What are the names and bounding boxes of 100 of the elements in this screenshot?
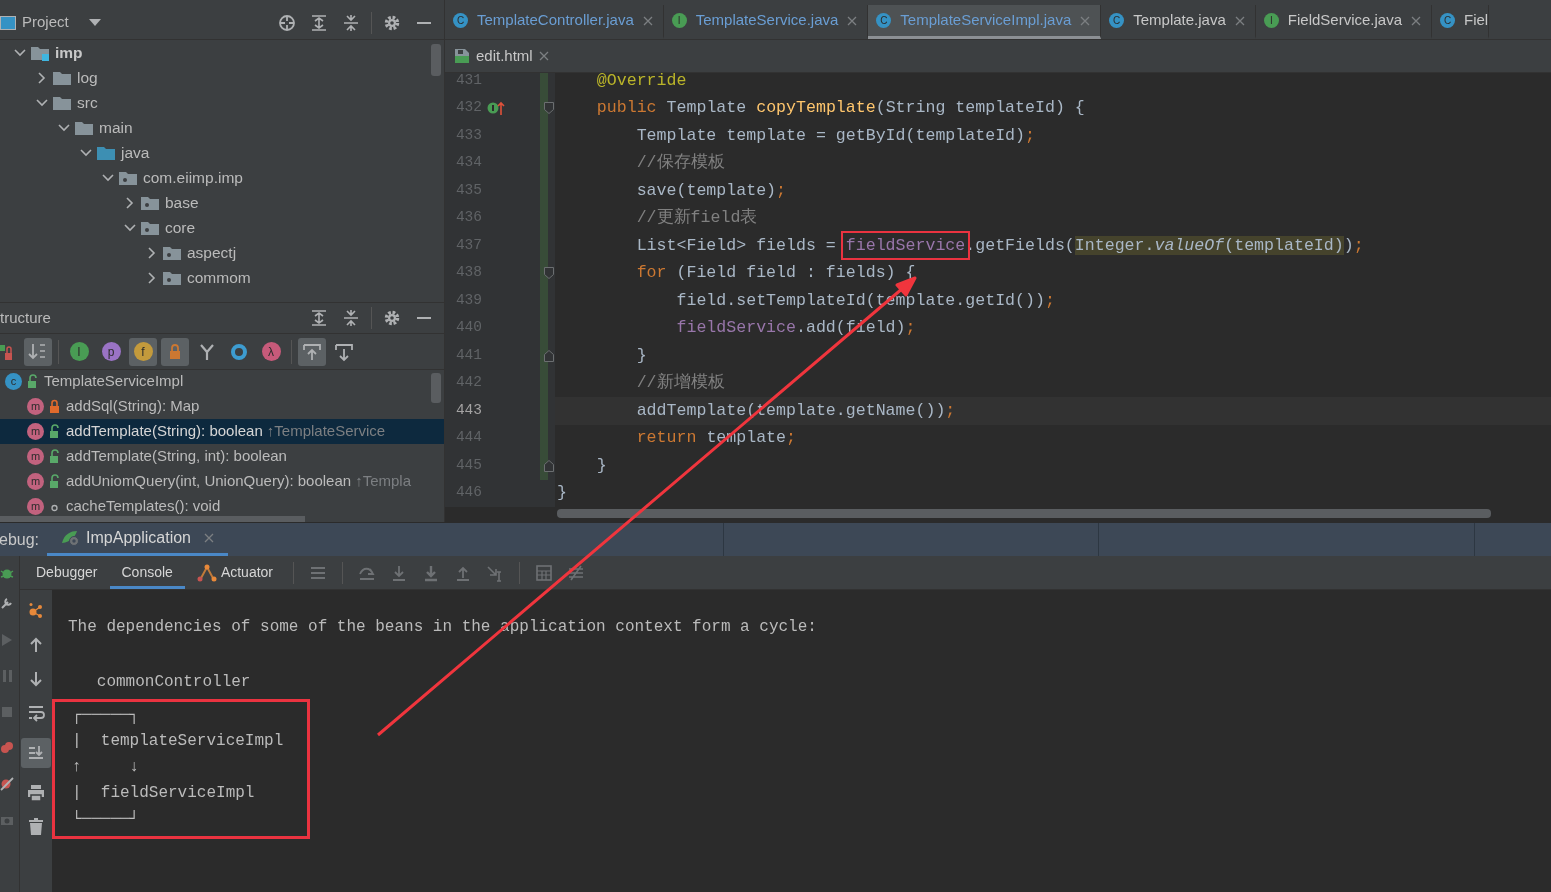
expand-all-icon[interactable]	[310, 13, 328, 32]
public-icon	[27, 374, 38, 389]
close-icon[interactable]	[1234, 15, 1245, 26]
tree-item[interactable]: main	[99, 115, 133, 140]
close-icon[interactable]	[204, 533, 214, 543]
expanded-chevron-icon[interactable]	[102, 171, 114, 184]
scroll-from-source-icon	[302, 341, 322, 362]
editor-tab[interactable]: C TemplateServiceImpl.java	[868, 5, 1102, 39]
toolbar-toggle[interactable]: p	[97, 337, 125, 366]
close-icon[interactable]	[1411, 15, 1421, 26]
collapsed-chevron-icon[interactable]	[36, 71, 48, 84]
debug-tab[interactable]: Actuator	[184, 556, 285, 589]
member-label: addUniomQuery(int, UnionQuery): boolean	[66, 471, 352, 492]
public-icon	[49, 449, 60, 464]
step-into-icon[interactable]	[390, 563, 408, 582]
close-icon[interactable]	[642, 15, 653, 26]
structure-item[interactable]: c TemplateServiceImpl	[0, 369, 444, 394]
ring-icon	[229, 341, 249, 362]
editor-tab[interactable]: C TemplateController.java	[445, 5, 664, 39]
method-icon: m	[27, 448, 44, 465]
fold-marker-icon[interactable]	[544, 102, 554, 115]
collapse-all-icon[interactable]	[342, 309, 360, 327]
collapsed-chevron-icon[interactable]	[146, 271, 158, 284]
toolbar-toggle[interactable]	[298, 337, 326, 366]
inherited-label: ↑Templa	[355, 471, 411, 492]
editor-tab[interactable]: C Fiel	[1432, 5, 1490, 39]
structure-item[interactable]: m addTemplate(String, int): boolean	[0, 444, 444, 469]
down-arrow-icon[interactable]	[27, 670, 45, 688]
code-line: }	[635, 344, 647, 367]
tree-item[interactable]: aspectj	[187, 240, 237, 265]
toolbar-toggle[interactable]	[24, 337, 52, 366]
tree-item[interactable]: com.eiimp.imp	[143, 165, 243, 190]
implements-icon[interactable]	[487, 100, 505, 117]
fold-marker-icon[interactable]	[544, 267, 554, 280]
trace-icon[interactable]	[567, 563, 585, 582]
close-icon[interactable]	[847, 15, 858, 26]
class-icon: c	[5, 373, 22, 390]
editor-tab[interactable]: edit.html	[445, 40, 559, 72]
tree-item[interactable]: commom	[187, 265, 251, 290]
tree-item[interactable]: imp	[55, 40, 83, 65]
structure-item[interactable]: m addTemplate(String): boolean ↑TemplateService	[0, 419, 444, 444]
breakpoints-icon[interactable]	[0, 740, 14, 756]
tree-item[interactable]: base	[165, 190, 199, 215]
toolbar-toggle[interactable]: I	[65, 337, 93, 366]
scrollbar-thumb[interactable]	[431, 44, 441, 76]
collapsed-chevron-icon[interactable]	[146, 246, 158, 259]
class-icon: C	[453, 13, 468, 28]
public-icon	[49, 474, 60, 489]
editor-tab[interactable]: I FieldService.java	[1255, 5, 1432, 39]
settings-icon[interactable]	[383, 13, 401, 32]
trash-icon[interactable]	[27, 818, 45, 836]
toolbar-toggle[interactable]	[161, 337, 189, 366]
close-icon[interactable]	[538, 51, 549, 61]
structure-item[interactable]: m addUniomQuery(int, UnionQuery): boolean ↑Templa	[0, 469, 444, 494]
code-line: //更新field表	[635, 207, 758, 230]
scrollbar-thumb[interactable]	[431, 373, 441, 403]
member-label: addSql(String): Map	[66, 396, 200, 417]
expanded-chevron-icon[interactable]	[80, 146, 92, 159]
scrollbar-thumb[interactable]	[0, 516, 305, 522]
scroll-to-end-icon[interactable]	[21, 738, 51, 768]
locate-icon[interactable]	[278, 13, 296, 32]
expanded-chevron-icon[interactable]	[124, 221, 136, 234]
print-icon[interactable]	[27, 784, 45, 802]
scroll-to-source-icon	[334, 341, 354, 362]
code-line: List<Field> fields = fieldService.getFields(Integer.valueOf(templateId));	[557, 234, 1364, 257]
expanded-chevron-icon[interactable]	[58, 121, 70, 134]
actuator-icon	[196, 563, 217, 582]
collapsed-chevron-icon[interactable]	[124, 196, 136, 209]
structure-item[interactable]: m cacheTemplates(): void	[0, 494, 444, 519]
structure-item[interactable]: m addSql(String): Map	[0, 394, 444, 419]
debug-tab[interactable]: Debugger	[24, 556, 110, 589]
fold-marker-icon[interactable]	[544, 349, 554, 362]
collapse-all-icon[interactable]	[342, 13, 360, 32]
sort-icon	[28, 341, 48, 362]
settings-icon[interactable]	[383, 309, 401, 327]
package-icon	[163, 269, 181, 286]
tree-item[interactable]: java	[121, 140, 150, 165]
toolbar-toggle[interactable]: f	[129, 337, 157, 366]
class-icon: C	[876, 13, 892, 28]
panel-title: tructure	[0, 307, 51, 328]
console-line: | templateServiceImpl	[72, 730, 285, 752]
force-step-into-icon[interactable]	[422, 563, 440, 582]
toolbar-toggle[interactable]: λ	[257, 337, 285, 366]
folder-icon	[75, 119, 93, 136]
dropdown-caret-icon[interactable]	[88, 18, 101, 27]
tree-item[interactable]: log	[77, 65, 98, 90]
scrollbar-thumb[interactable]	[557, 509, 1491, 518]
editor-tab[interactable]: C Template.java	[1101, 5, 1256, 39]
expanded-chevron-icon[interactable]	[36, 96, 48, 109]
run-to-cursor-icon[interactable]	[486, 563, 504, 582]
package-icon	[141, 194, 159, 211]
soft-wrap-icon[interactable]	[27, 704, 45, 722]
tree-item[interactable]: core	[165, 215, 196, 240]
expanded-chevron-icon[interactable]	[14, 46, 26, 59]
cluster-icon[interactable]	[27, 602, 45, 620]
tree-item[interactable]: src	[77, 90, 98, 115]
fold-marker-icon[interactable]	[544, 459, 554, 472]
mute-breakpoints-icon[interactable]	[0, 776, 14, 792]
expand-all-icon[interactable]	[310, 309, 328, 327]
code-line: //新增模板	[635, 372, 725, 395]
